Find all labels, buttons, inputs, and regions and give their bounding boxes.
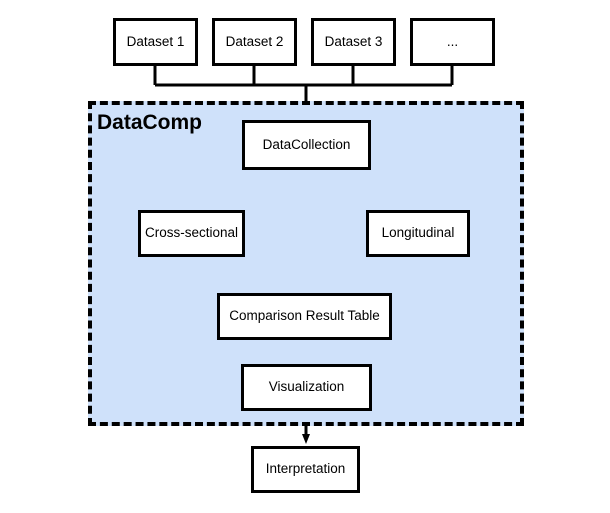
node-interpretation-label: Interpretation: [265, 461, 346, 477]
datacomp-group-title: DataComp: [97, 111, 203, 134]
node-dataset-2-label: Dataset 2: [225, 33, 284, 49]
node-dataset-3[interactable]: Dataset 3: [311, 18, 396, 66]
node-dataset-1[interactable]: Dataset 1: [113, 18, 198, 66]
node-dataset-2[interactable]: Dataset 2: [212, 18, 297, 66]
node-comparison-result-table[interactable]: Comparison Result Table: [217, 293, 392, 340]
node-cross-sectional-label: Cross-sectional: [144, 225, 239, 241]
flowchart-canvas: DataComp Dataset 1 Dataset 2 Dataset 3 .…: [0, 0, 610, 513]
node-dataset-more-label: ...: [446, 33, 459, 49]
node-dataset-3-label: Dataset 3: [324, 33, 383, 49]
node-interpretation[interactable]: Interpretation: [251, 446, 360, 493]
node-dataset-more[interactable]: ...: [410, 18, 495, 66]
node-comparison-result-table-label: Comparison Result Table: [229, 308, 380, 324]
node-data-collection-label: DataCollection: [262, 136, 351, 152]
node-visualization-label: Visualization: [268, 379, 345, 395]
node-longitudinal[interactable]: Longitudinal: [366, 210, 470, 257]
node-visualization[interactable]: Visualization: [241, 364, 372, 411]
node-data-collection[interactable]: DataCollection: [242, 120, 371, 170]
node-dataset-1-label: Dataset 1: [126, 33, 185, 49]
node-longitudinal-label: Longitudinal: [381, 225, 455, 241]
node-cross-sectional[interactable]: Cross-sectional: [138, 210, 245, 257]
